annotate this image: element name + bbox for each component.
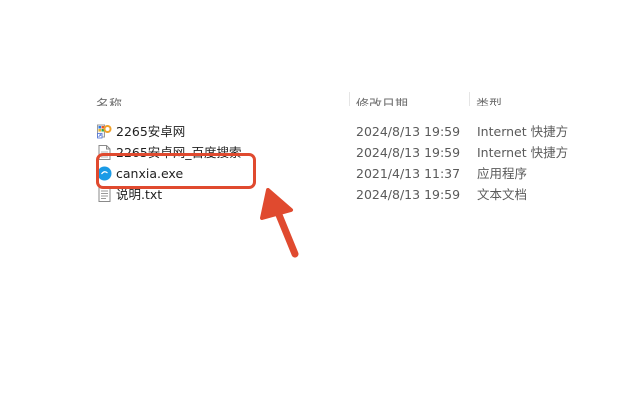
column-divider[interactable] — [469, 92, 470, 106]
file-row[interactable]: 说明.txt 2024/8/13 19:59 文本文档 — [0, 184, 640, 205]
text-file-icon — [98, 187, 111, 202]
column-header-name[interactable]: 名称 — [96, 92, 122, 106]
file-date: 2024/8/13 19:59 — [356, 145, 461, 160]
file-name: 2265安卓网 — [116, 124, 186, 139]
highlight-box — [96, 153, 256, 189]
file-type: 应用程序 — [477, 166, 528, 181]
file-date: 2021/4/13 11:37 — [356, 166, 461, 181]
file-type: 文本文档 — [477, 187, 528, 202]
file-type: Internet 快捷方 — [477, 124, 569, 139]
file-date: 2024/8/13 19:59 — [356, 124, 461, 139]
column-header-type[interactable]: 类型 — [476, 92, 502, 106]
column-divider[interactable] — [349, 92, 350, 106]
column-header-date[interactable]: 修改日期 — [356, 92, 408, 106]
pointer-arrow-icon — [260, 188, 299, 258]
internet-shortcut-icon — [97, 124, 112, 139]
file-row[interactable]: 2265安卓网 2024/8/13 19:59 Internet 快捷方 — [0, 121, 640, 142]
file-type: Internet 快捷方 — [477, 145, 569, 160]
file-date: 2024/8/13 19:59 — [356, 187, 461, 202]
